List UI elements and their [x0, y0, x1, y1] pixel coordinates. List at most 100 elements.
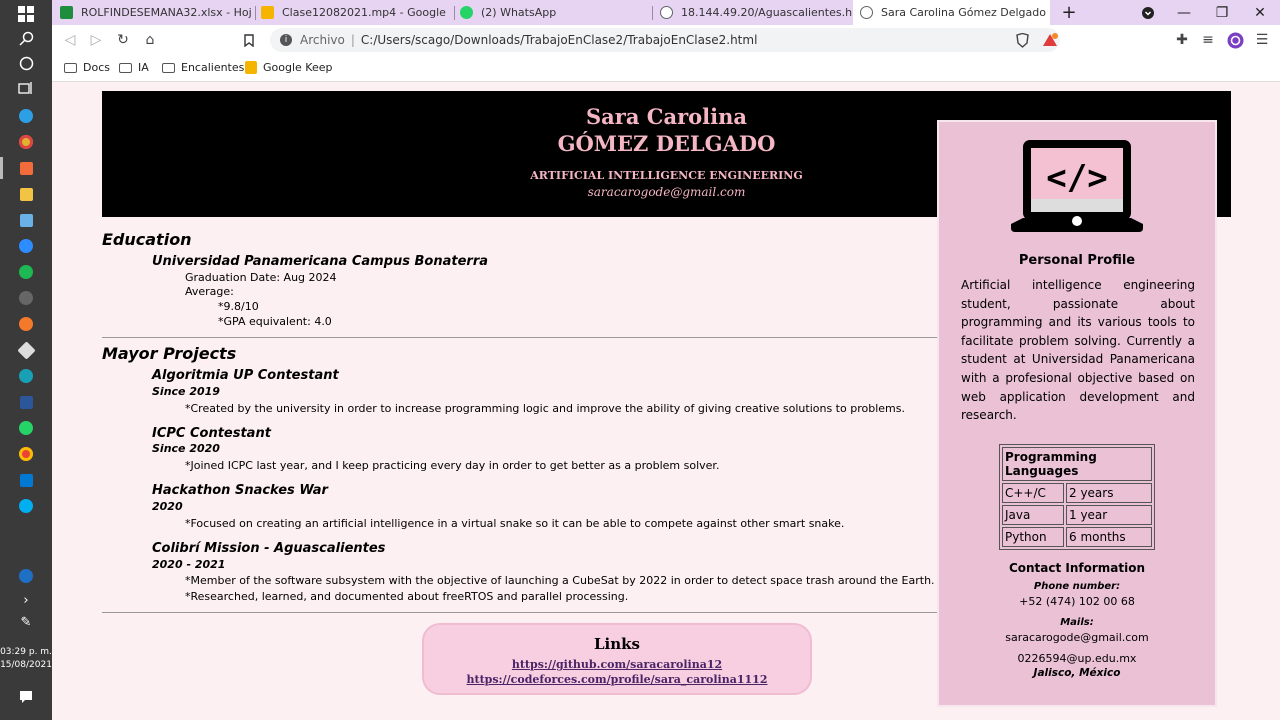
active-app-indicator [0, 157, 3, 179]
maximize-icon[interactable]: ❐ [1212, 0, 1232, 25]
bookmark-icon[interactable] [239, 30, 259, 50]
project-period: 2020 [152, 500, 183, 513]
windows-taskbar: › ✎ 03:29 p. m. 15/08/2021 [0, 0, 52, 720]
bookmark-docs[interactable]: Docs [64, 61, 110, 74]
file-explorer-icon[interactable] [16, 184, 36, 204]
show-hidden-icons-icon[interactable]: › [16, 590, 36, 610]
spotify-icon[interactable] [16, 262, 36, 282]
drive-icon [261, 6, 274, 19]
pen-icon[interactable]: ✎ [16, 612, 36, 632]
tab-search-icon[interactable] [1138, 0, 1158, 25]
tab-spreadsheet[interactable]: ROLFINDESEMANA32.xlsx - Hojas de cá [60, 0, 252, 25]
new-tab-button[interactable]: + [1058, 0, 1080, 25]
tab-separator [652, 6, 653, 20]
edge-icon[interactable] [16, 106, 36, 126]
whatsapp-icon[interactable] [16, 418, 36, 438]
blender-icon[interactable] [16, 314, 36, 334]
vscode-icon[interactable] [16, 470, 36, 490]
language-time: 6 months [1066, 527, 1152, 547]
projects-title: Mayor Projects [102, 344, 237, 363]
skype-icon[interactable] [16, 496, 36, 516]
tab-separator [255, 6, 256, 20]
personal-profile-title: Personal Profile [1018, 253, 1136, 268]
table-row: Python 6 months [1002, 527, 1152, 547]
help-icon[interactable] [16, 566, 36, 586]
language-time: 1 year [1066, 505, 1152, 525]
folder-icon [162, 62, 175, 73]
chrome-icon[interactable] [16, 132, 36, 152]
task-view-icon[interactable] [16, 78, 36, 98]
tab-label: 18.144.49.20/Aguascalientes.html [681, 6, 852, 19]
app-icon[interactable] [16, 288, 36, 308]
project-detail: *Created by the university in order to i… [185, 402, 905, 415]
chrome-alt-icon[interactable] [16, 444, 36, 464]
word-icon[interactable] [16, 392, 36, 412]
links-title: Links [594, 635, 640, 653]
dev-app-icon[interactable] [16, 366, 36, 386]
address-bar[interactable]: i Archivo | C:/Users/scago/Downloads/Tra… [270, 28, 1060, 52]
project-title: Algoritmia UP Contestant [152, 368, 339, 383]
tab-label: ROLFINDESEMANA32.xlsx - Hojas de cá [81, 6, 252, 19]
minimize-icon[interactable]: — [1174, 0, 1194, 25]
bookmark-encalientes[interactable]: Encalientes [162, 61, 244, 74]
notes-app-icon[interactable] [16, 210, 36, 230]
globe-icon [860, 6, 873, 19]
forward-icon[interactable]: ▷ [86, 30, 106, 50]
folder-icon [64, 62, 77, 73]
table-header: Programming Languages [1002, 447, 1152, 481]
cortana-icon[interactable] [16, 53, 36, 73]
info-icon[interactable]: i [280, 34, 292, 46]
search-icon[interactable] [16, 28, 36, 48]
tab-whatsapp[interactable]: (2) WhatsApp [460, 0, 650, 25]
brave-rewards-icon[interactable] [1040, 30, 1060, 50]
sheets-icon [60, 6, 73, 19]
project-period: 2020 - 2021 [152, 558, 226, 571]
school-name: Universidad Panamericana Campus Bonaterr… [152, 254, 489, 269]
codeforces-link[interactable]: https://codeforces.com/profile/sara_caro… [424, 673, 810, 686]
brave-shield-icon[interactable] [1012, 30, 1032, 50]
bookmark-label: Google Keep [263, 61, 333, 74]
unity-icon[interactable] [16, 340, 36, 360]
tab-separator [454, 6, 455, 20]
cv-page: Sara Carolina GÓMEZ DELGADO ARTIFICIAL I… [52, 83, 1280, 720]
browser-toolbar: ◁ ▷ ↻ ⌂ i Archivo | C:/Users/scago/Downl… [52, 25, 1280, 55]
back-icon[interactable]: ◁ [60, 30, 80, 50]
google-keep-icon [245, 61, 257, 74]
notifications-icon[interactable] [16, 686, 36, 706]
media-queue-icon[interactable]: ≡ [1198, 30, 1218, 50]
language-name: Java [1002, 505, 1064, 525]
average-label: Average: [185, 285, 234, 298]
windows-start-icon[interactable] [16, 4, 36, 24]
project-period: Since 2020 [152, 442, 220, 455]
project-detail: *Joined ICPC last year, and I keep pract… [185, 459, 720, 472]
section-divider [102, 612, 937, 613]
system-clock[interactable]: 03:29 p. m. 15/08/2021 [0, 646, 52, 672]
section-divider [102, 337, 937, 338]
github-link[interactable]: https://github.com/saracarolina12 [424, 658, 810, 671]
menu-icon[interactable]: ☰ [1252, 30, 1272, 50]
svg-text:</>: </> [1046, 158, 1107, 198]
tab-drive[interactable]: Clase12082021.mp4 - Google Drive [261, 0, 447, 25]
bookmarks-bar: Docs IA Encalientes Google Keep [52, 55, 1280, 82]
mails-label: Mails: [1060, 617, 1094, 628]
home-icon[interactable]: ⌂ [140, 30, 160, 50]
project-detail: *Researched, learned, and documented abo… [185, 590, 629, 603]
project-title: Hackathon Snackes War [152, 483, 328, 498]
close-window-icon[interactable]: ✕ [1250, 0, 1270, 25]
profile-avatar-icon[interactable] [1225, 30, 1245, 50]
extensions-icon[interactable]: ✚ [1172, 30, 1192, 50]
tab-cv-active[interactable]: Sara Carolina Gómez Delgado CV ✕ [853, 0, 1050, 25]
whatsapp-icon [460, 6, 473, 19]
phone-number: +52 (474) 102 00 68 [1019, 595, 1135, 608]
bookmark-ia[interactable]: IA [119, 61, 149, 74]
location: Jalisco, México [1033, 667, 1121, 679]
folder-icon [119, 62, 132, 73]
browser-tab-bar: ROLFINDESEMANA32.xlsx - Hojas de cá Clas… [52, 0, 1280, 25]
tab-aguascalientes[interactable]: 18.144.49.20/Aguascalientes.html [660, 0, 852, 25]
zoom-icon[interactable] [16, 236, 36, 256]
bookmark-google-keep[interactable]: Google Keep [245, 61, 332, 74]
language-name: Python [1002, 527, 1064, 547]
phone-label: Phone number: [1033, 581, 1121, 592]
reload-icon[interactable]: ↻ [113, 30, 133, 50]
brave-icon[interactable] [16, 158, 36, 178]
